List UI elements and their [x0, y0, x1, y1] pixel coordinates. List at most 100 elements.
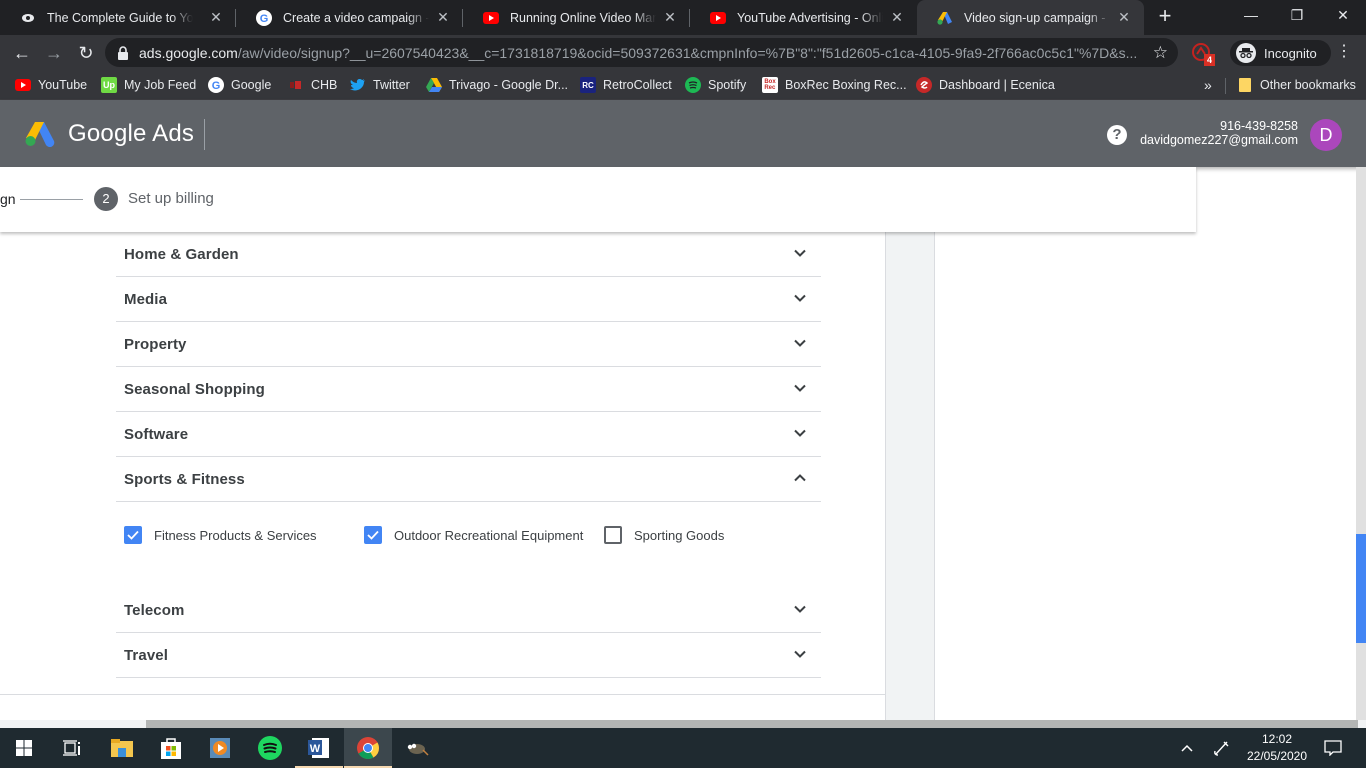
bookmark-label: Google [231, 78, 272, 92]
browser-tab-active[interactable]: Video sign-up campaign - 916 ✕ [917, 0, 1144, 35]
task-view-button[interactable] [48, 728, 96, 768]
account-info[interactable]: 916-439-8258 davidgomez227@gmail.com [1140, 119, 1298, 147]
bookmark-retrocollect[interactable]: RC RetroCollect [580, 76, 672, 94]
media-player-button[interactable] [196, 728, 244, 768]
avatar[interactable]: D [1310, 119, 1342, 151]
incognito-indicator[interactable]: Incognito [1230, 40, 1331, 66]
gimp-taskbar-button[interactable] [393, 728, 441, 768]
category-row[interactable]: Software [116, 412, 821, 457]
subcategory-label: Fitness Products & Services [154, 527, 317, 543]
new-tab-button[interactable]: + [1153, 5, 1177, 29]
side-panel [935, 232, 1356, 720]
bookmark-my-job-feed[interactable]: Up My Job Feed [101, 76, 196, 94]
horizontal-scrollbar-thumb[interactable] [146, 720, 1358, 728]
bookmark-label: Dashboard | Ecenica [939, 78, 1055, 92]
reload-button[interactable]: ↻ [73, 40, 99, 66]
browser-tab[interactable]: YouTube Advertising - Online Video ✕ [690, 0, 917, 35]
category-row[interactable]: Home & Garden [116, 232, 821, 277]
tab-close-icon[interactable]: ✕ [208, 9, 224, 25]
category-row[interactable]: Telecom [116, 588, 821, 633]
notification-icon [1324, 740, 1342, 756]
bookmark-twitter[interactable]: Twitter [350, 76, 410, 94]
taskbar-clock[interactable]: 12:02 22/05/2020 [1245, 731, 1309, 765]
checkbox-unchecked-icon[interactable] [604, 526, 622, 544]
bookmark-trivago-drive[interactable]: Trivago - Google Dr... [426, 76, 568, 94]
chevron-up-icon[interactable] [793, 471, 807, 485]
chevron-down-icon[interactable] [793, 602, 807, 616]
chevron-down-icon[interactable] [793, 426, 807, 440]
address-bar[interactable]: ads.google.com/aw/video/signup?__u=26075… [105, 38, 1178, 67]
category-label: Travel [124, 647, 168, 664]
category-row[interactable]: Property [116, 322, 821, 367]
subcategory-checkbox[interactable]: Sporting Goods [604, 526, 724, 544]
extension-button[interactable]: 4 [1191, 42, 1215, 66]
bookmark-star-icon[interactable]: ☆ [1153, 43, 1168, 63]
close-window-button[interactable]: ✕ [1320, 0, 1366, 30]
browser-tab[interactable]: G Create a video campaign - Google ✕ [236, 0, 463, 35]
chevron-down-icon[interactable] [793, 381, 807, 395]
back-button[interactable]: ← [9, 40, 35, 66]
browser-menu-button[interactable]: ⋮ [1336, 43, 1352, 61]
minimize-button[interactable]: — [1228, 0, 1274, 30]
bookmark-ecenica[interactable]: Dashboard | Ecenica [916, 76, 1055, 94]
url-text[interactable]: ads.google.com/aw/video/signup?__u=26075… [139, 45, 1139, 61]
subcategory-checkbox[interactable]: Outdoor Recreational Equipment [364, 526, 583, 544]
bookmarks-divider [1225, 78, 1226, 94]
show-hidden-icons-button[interactable] [1176, 728, 1198, 768]
chrome-taskbar-button[interactable] [344, 728, 392, 768]
vertical-scrollbar-thumb[interactable] [1356, 534, 1366, 643]
action-center-button[interactable] [1320, 728, 1346, 768]
bookmark-boxrec[interactable]: Box Rec BoxRec Boxing Rec... [762, 76, 907, 94]
step-2-label[interactable]: Set up billing [128, 190, 214, 207]
word-taskbar-button[interactable]: W [295, 728, 343, 768]
bookmark-label: BoxRec Boxing Rec... [785, 78, 907, 92]
category-label: Property [124, 336, 187, 353]
step-1-label[interactable]: gn [0, 191, 16, 207]
chevron-down-icon[interactable] [793, 291, 807, 305]
bookmark-spotify[interactable]: Spotify [685, 76, 746, 94]
account-phone: 916-439-8258 [1220, 119, 1298, 133]
tab-close-icon[interactable]: ✕ [889, 9, 905, 25]
help-icon[interactable]: ? [1107, 125, 1127, 145]
browser-tab[interactable]: The Complete Guide to YouTube ✕ [0, 0, 236, 35]
bookmarks-overflow-button[interactable]: » [1204, 76, 1212, 94]
checkbox-checked-icon[interactable] [124, 526, 142, 544]
chevron-down-icon[interactable] [793, 246, 807, 260]
bookmark-label: Twitter [373, 78, 410, 92]
other-bookmarks-button[interactable]: Other bookmarks [1237, 76, 1356, 94]
tab-close-icon[interactable]: ✕ [662, 9, 678, 25]
horizontal-scrollbar[interactable] [0, 720, 1366, 728]
microsoft-store-button[interactable] [147, 728, 195, 768]
file-explorer-button[interactable] [98, 728, 146, 768]
category-row[interactable]: Seasonal Shopping [116, 367, 821, 412]
pen-workspace-button[interactable] [1210, 728, 1234, 768]
spotify-taskbar-button[interactable] [246, 728, 294, 768]
gimp-icon [407, 743, 429, 756]
checkbox-checked-icon[interactable] [364, 526, 382, 544]
tab-close-icon[interactable]: ✕ [1116, 9, 1132, 25]
microsoft-store-icon [161, 738, 181, 759]
bookmark-youtube[interactable]: YouTube [15, 76, 87, 94]
tab-title: The Complete Guide to YouTube [47, 10, 193, 25]
bookmark-chb[interactable]: CHB [288, 76, 337, 94]
bookmark-label: Trivago - Google Dr... [449, 78, 569, 92]
category-row[interactable]: Travel [116, 633, 821, 678]
category-row[interactable]: Sports & Fitness [116, 457, 821, 502]
chevron-down-icon[interactable] [793, 336, 807, 350]
windows-start-button[interactable] [0, 728, 48, 768]
google-ads-header: Google Ads ? 916-439-8258 davidgomez227@… [0, 100, 1366, 167]
restore-button[interactable]: ❐ [1274, 0, 1320, 30]
bookmark-google[interactable]: G Google [208, 76, 271, 94]
content-divider [0, 694, 886, 695]
subcategory-label: Sporting Goods [634, 527, 725, 543]
browser-tab[interactable]: Running Online Video Marketing ✕ [463, 0, 690, 35]
forward-button[interactable]: → [41, 40, 67, 66]
pen-icon [1214, 741, 1229, 756]
tab-close-icon[interactable]: ✕ [435, 9, 451, 25]
vertical-scrollbar[interactable] [1356, 167, 1366, 720]
upwork-icon: Up [101, 77, 117, 93]
clock-time: 12:02 [1261, 732, 1293, 746]
subcategory-checkbox[interactable]: Fitness Products & Services [124, 526, 317, 544]
category-row[interactable]: Media [116, 277, 821, 322]
chevron-down-icon[interactable] [793, 647, 807, 661]
